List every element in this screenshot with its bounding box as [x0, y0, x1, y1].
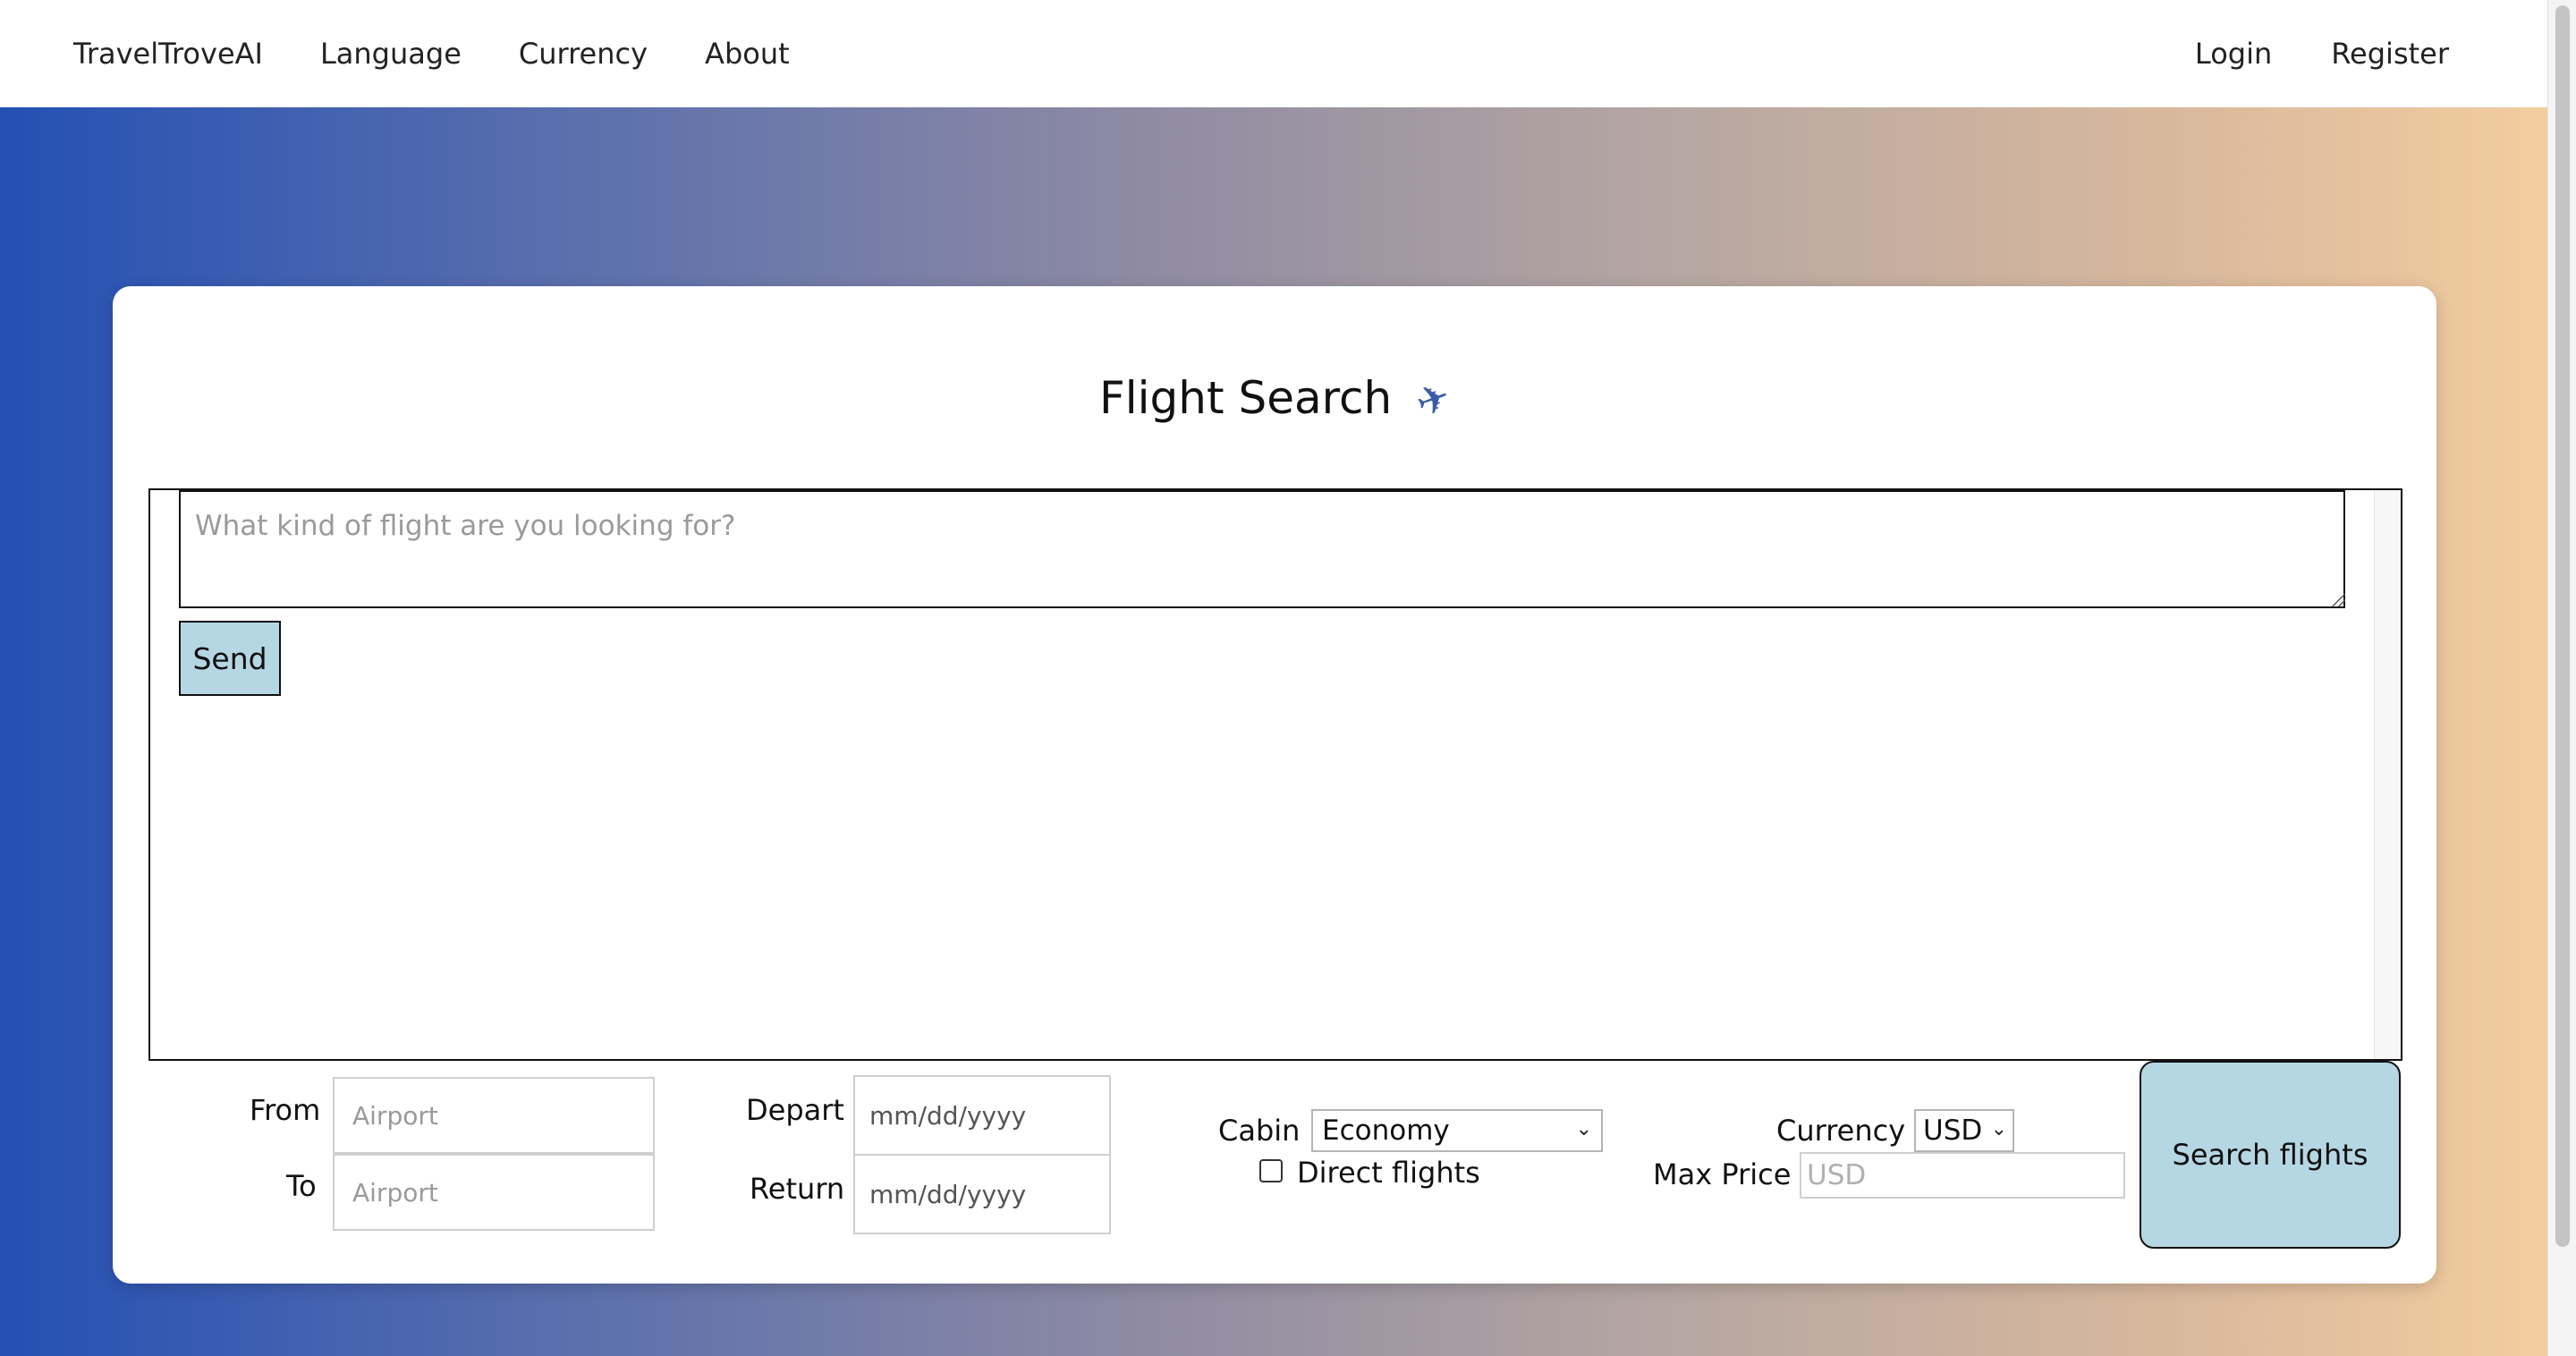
airplane-icon: ✈ — [1410, 373, 1457, 428]
cabin-select[interactable]: Economy ⌄ — [1311, 1109, 1603, 1152]
return-date-value: mm/dd/yyyy — [869, 1179, 1027, 1209]
chevron-down-icon: ⌄ — [1990, 1118, 2007, 1140]
flight-search-card: Flight Search ✈ Send From To Depart mm/d… — [113, 286, 2436, 1284]
search-flights-button[interactable]: Search flights — [2140, 1061, 2401, 1249]
chat-scrollbar[interactable] — [2374, 490, 2401, 1059]
chevron-down-icon: ⌄ — [1575, 1118, 1592, 1140]
to-label: To — [286, 1169, 317, 1203]
page-title: Flight Search ✈ — [113, 372, 2436, 428]
login-link[interactable]: Login — [2195, 37, 2272, 71]
direct-flights-checkbox[interactable] — [1259, 1159, 1283, 1182]
about-link[interactable]: About — [705, 37, 790, 71]
viewport: TravelTroveAI Language Currency About Lo… — [0, 0, 2547, 1356]
max-price-input[interactable] — [1800, 1152, 2125, 1199]
cabin-selected-value: Economy — [1322, 1114, 1450, 1147]
chat-panel: Send — [148, 488, 2402, 1061]
page-title-text: Flight Search — [1098, 372, 1393, 424]
register-link[interactable]: Register — [2331, 37, 2449, 71]
from-label: From — [250, 1093, 321, 1127]
currency-label: Currency — [1776, 1114, 1906, 1148]
currency-menu[interactable]: Currency — [519, 37, 648, 71]
resize-handle-icon[interactable] — [2333, 594, 2345, 606]
language-menu[interactable]: Language — [320, 37, 462, 71]
to-airport-input[interactable] — [333, 1154, 655, 1231]
brand-link[interactable]: TravelTroveAI — [73, 37, 263, 71]
depart-date-value: mm/dd/yyyy — [869, 1100, 1027, 1131]
currency-select[interactable]: USD ⌄ — [1914, 1109, 2014, 1152]
return-label: Return — [750, 1172, 845, 1206]
currency-selected-value: USD — [1923, 1114, 1983, 1147]
depart-label: Depart — [746, 1093, 844, 1127]
return-date-input[interactable]: mm/dd/yyyy — [853, 1154, 1111, 1234]
window-scrollbar[interactable] — [2547, 0, 2576, 1356]
direct-flights-label: Direct flights — [1297, 1156, 1480, 1190]
send-button[interactable]: Send — [179, 621, 281, 696]
from-airport-input[interactable] — [333, 1077, 655, 1154]
nav-right: Login Register — [2195, 0, 2449, 107]
max-price-label: Max Price — [1653, 1157, 1792, 1191]
navbar: TravelTroveAI Language Currency About Lo… — [0, 0, 2547, 107]
nav-left: TravelTroveAI Language Currency About — [73, 0, 790, 107]
depart-date-input[interactable]: mm/dd/yyyy — [853, 1075, 1111, 1156]
scrollbar-thumb[interactable] — [2555, 5, 2570, 1247]
cabin-label: Cabin — [1218, 1114, 1301, 1148]
flight-prompt-input[interactable] — [179, 490, 2345, 608]
